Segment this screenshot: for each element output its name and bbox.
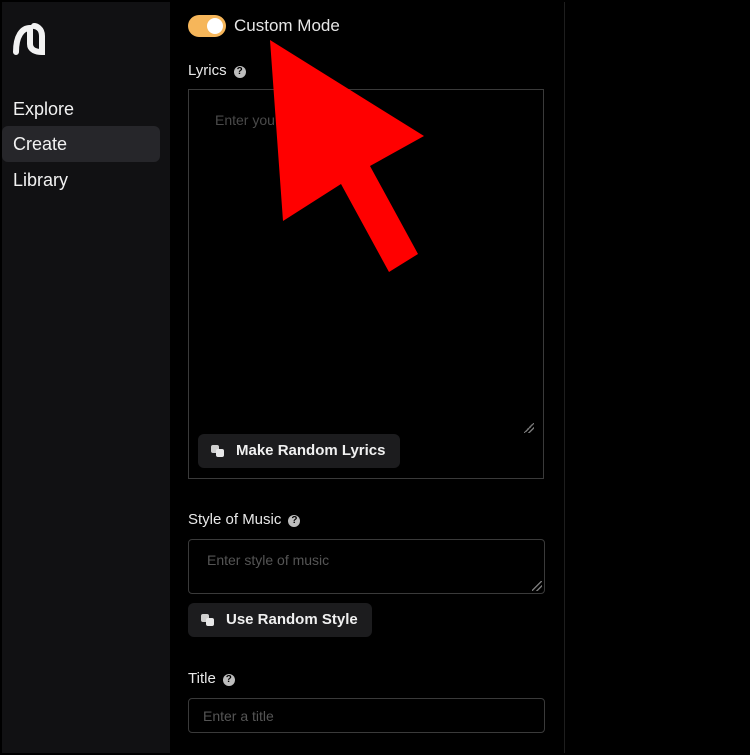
dice-icon xyxy=(201,614,214,626)
sidebar-item-label: Create xyxy=(13,134,68,154)
lyrics-label-text: Lyrics xyxy=(188,62,227,79)
resize-grip-icon[interactable] xyxy=(532,581,542,591)
style-of-music-input[interactable]: Enter style of music xyxy=(188,539,545,594)
lyrics-label: Lyrics? xyxy=(188,62,246,79)
toggle-knob xyxy=(207,18,223,34)
style-of-music-label: Style of Music? xyxy=(188,511,301,528)
title-input[interactable]: Enter a title xyxy=(188,698,545,733)
sidebar: Explore Create Library xyxy=(2,2,170,753)
sidebar-item-explore[interactable]: Explore xyxy=(2,91,160,127)
sidebar-item-label: Library xyxy=(13,170,69,190)
title-label: Title? xyxy=(188,670,235,687)
lyrics-textarea[interactable]: Enter you xyxy=(188,89,544,479)
sidebar-item-create[interactable]: Create xyxy=(2,126,160,162)
use-random-style-label: Use Random Style xyxy=(226,611,358,628)
title-label-text: Title xyxy=(188,670,216,687)
custom-mode-toggle[interactable] xyxy=(188,15,226,37)
lyrics-placeholder: Enter you xyxy=(215,112,275,128)
style-label-text: Style of Music xyxy=(188,511,282,528)
help-icon[interactable]: ? xyxy=(288,515,301,527)
make-random-lyrics-button[interactable]: Make Random Lyrics xyxy=(198,434,400,468)
app-logo-icon[interactable] xyxy=(12,22,48,58)
use-random-style-button[interactable]: Use Random Style xyxy=(188,603,372,637)
panel-divider xyxy=(564,2,565,753)
make-random-lyrics-label: Make Random Lyrics xyxy=(236,442,386,459)
custom-mode-label: Custom Mode xyxy=(234,16,340,35)
help-icon[interactable]: ? xyxy=(222,674,235,686)
help-icon[interactable]: ? xyxy=(233,66,246,78)
sidebar-item-library[interactable]: Library xyxy=(2,162,160,198)
dice-icon xyxy=(211,445,224,457)
sidebar-item-label: Explore xyxy=(13,99,75,119)
resize-grip-icon[interactable] xyxy=(524,423,534,433)
title-placeholder: Enter a title xyxy=(203,708,274,724)
style-placeholder: Enter style of music xyxy=(207,552,330,568)
